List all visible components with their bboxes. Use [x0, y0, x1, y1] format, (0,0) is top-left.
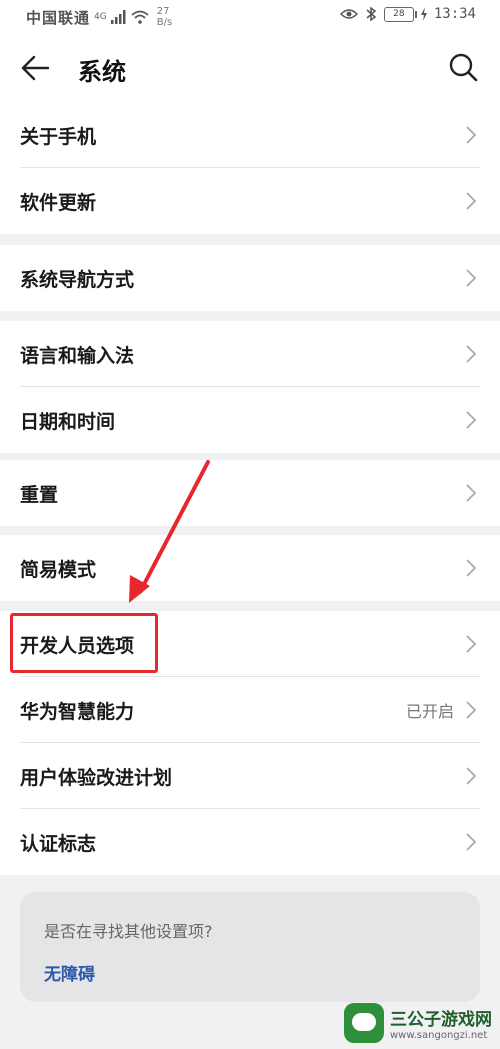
status-left: 中国联通 4G 27 B/s [26, 6, 172, 28]
chevron-right-icon [466, 126, 477, 144]
help-card: 是否在寻找其他设置项? 无障碍 [20, 892, 480, 1002]
app-header: 系统 [0, 34, 500, 102]
watermark-text: 三公子游戏网 www.sangongzi.net [390, 1005, 492, 1041]
accessibility-link[interactable]: 无障碍 [44, 960, 95, 985]
settings-item-label: 重置 [20, 483, 59, 506]
page-title: 系统 [78, 58, 126, 86]
settings-item-label: 用户体验改进计划 [20, 766, 173, 789]
settings-group-about: 关于手机 软件更新 [0, 102, 500, 234]
settings-item-date-time[interactable]: 日期和时间 [0, 387, 500, 453]
settings-item-label: 华为智慧能力 [20, 700, 135, 723]
settings-item-simple-mode[interactable]: 简易模式 [0, 535, 500, 601]
settings-item-navigation-mode[interactable]: 系统导航方式 [0, 245, 500, 311]
settings-item-reset[interactable]: 重置 [0, 460, 500, 526]
chevron-right-icon [466, 701, 477, 719]
settings-item-value: 已开启 [405, 702, 454, 721]
chevron-right-icon [466, 345, 477, 363]
bluetooth-icon [366, 6, 377, 22]
settings-item-label: 关于手机 [20, 125, 97, 148]
chevron-right-icon [466, 484, 477, 502]
battery-icon: 28 [383, 6, 417, 22]
search-icon[interactable] [448, 52, 478, 82]
settings-item-user-experience[interactable]: 用户体验改进计划 [0, 743, 500, 809]
eye-comfort-icon [339, 9, 358, 19]
chevron-right-icon [466, 767, 477, 785]
back-arrow-icon[interactable] [20, 54, 52, 82]
network-type: 4G [94, 12, 107, 22]
settings-item-language-input[interactable]: 语言和输入法 [0, 321, 500, 387]
chevron-right-icon [466, 833, 477, 851]
charging-icon [420, 7, 427, 21]
wifi-icon [131, 10, 149, 24]
carrier-name: 中国联通 [26, 8, 91, 27]
settings-item-label: 认证标志 [20, 832, 97, 855]
watermark: 三公子游戏网 www.sangongzi.net [344, 1003, 492, 1043]
settings-item-label: 软件更新 [20, 191, 97, 214]
chevron-right-icon [466, 411, 477, 429]
highlight-box [10, 613, 158, 673]
group-spacer [0, 601, 500, 611]
speed-unit: B/s [156, 17, 173, 28]
network-speed: 27 B/s [157, 6, 172, 28]
settings-group-reset: 重置 [0, 460, 500, 526]
settings-group-locale: 语言和输入法 日期和时间 [0, 321, 500, 453]
chevron-right-icon [466, 635, 477, 653]
status-bar: 中国联通 4G 27 B/s 28 13:34 [0, 0, 500, 34]
settings-item-label: 日期和时间 [20, 410, 116, 433]
watermark-url: www.sangongzi.net [390, 1030, 488, 1041]
watermark-name: 三公子游戏网 [390, 1010, 492, 1030]
signal-icon [110, 10, 126, 24]
watermark-logo-icon [344, 1003, 384, 1043]
settings-item-label: 系统导航方式 [20, 268, 135, 291]
chevron-right-icon [466, 559, 477, 577]
help-question: 是否在寻找其他设置项? [44, 922, 213, 941]
settings-item-software-update[interactable]: 软件更新 [0, 168, 500, 234]
settings-group-navigation: 系统导航方式 [0, 245, 500, 311]
settings-item-huawei-intelligence[interactable]: 华为智慧能力 已开启 [0, 677, 500, 743]
status-right: 28 13:34 [339, 6, 476, 22]
settings-item-about-phone[interactable]: 关于手机 [0, 102, 500, 168]
settings-screen: 中国联通 4G 27 B/s 28 13:34 系统 关于手机 软件更新 系统导… [0, 0, 500, 1049]
speed-value: 27 [156, 6, 170, 17]
chevron-right-icon [466, 192, 477, 210]
settings-item-certification[interactable]: 认证标志 [0, 809, 500, 875]
chevron-right-icon [466, 269, 477, 287]
settings-item-label: 语言和输入法 [20, 344, 135, 367]
settings-item-label: 简易模式 [20, 558, 97, 581]
clock: 13:34 [433, 6, 476, 22]
